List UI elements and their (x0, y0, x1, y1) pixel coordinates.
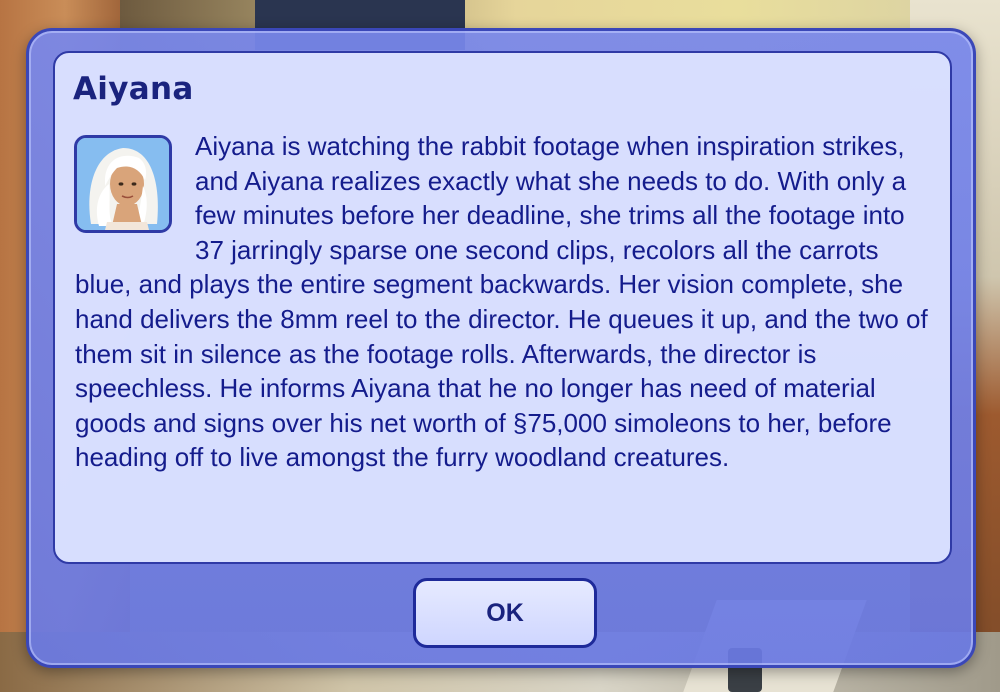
portrait-spacer (75, 129, 195, 267)
notification-dialog: Aiyana Aiyana is watching the rabbit foo… (26, 28, 976, 668)
dialog-message-text: Aiyana is watching the rabbit footage wh… (75, 131, 928, 473)
ok-button[interactable]: OK (413, 578, 597, 648)
game-scene: Aiyana Aiyana is watching the rabbit foo… (0, 0, 1000, 692)
dialog-message: Aiyana is watching the rabbit footage wh… (75, 129, 937, 475)
dialog-title: Aiyana (73, 71, 194, 107)
